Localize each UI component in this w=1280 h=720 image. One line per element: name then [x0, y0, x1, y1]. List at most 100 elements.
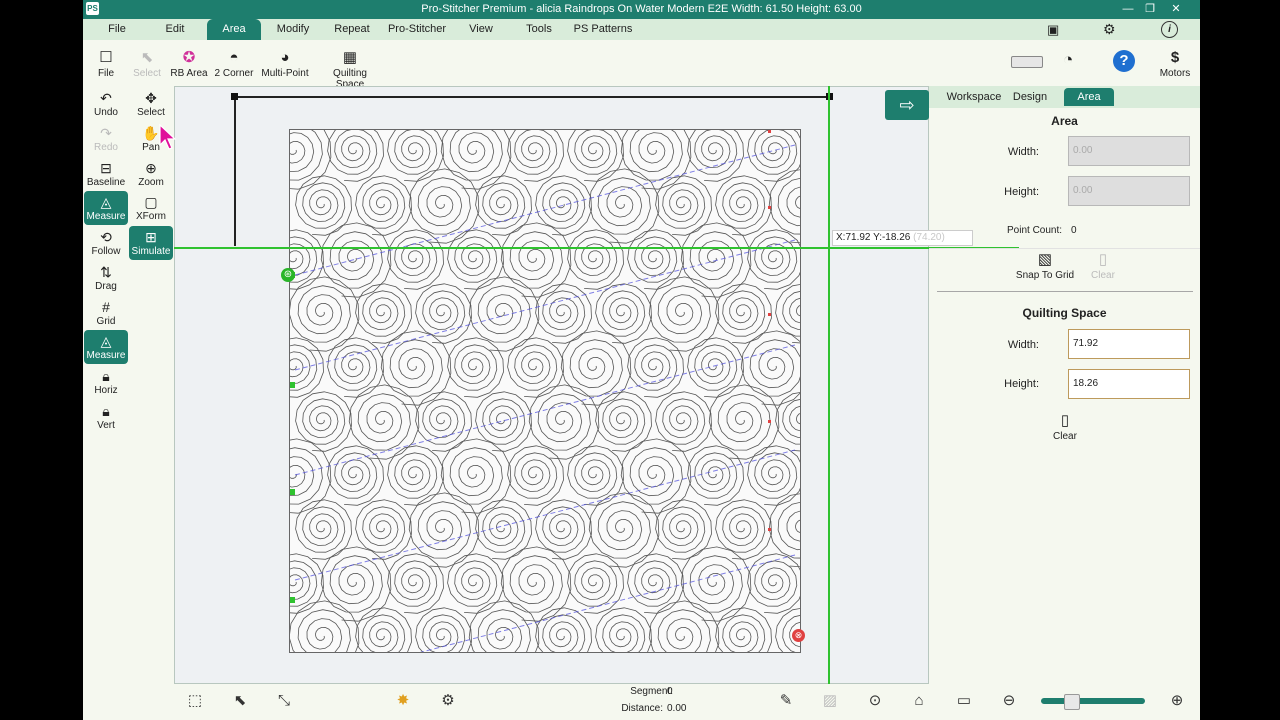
help-icon[interactable]: ? — [1113, 50, 1135, 72]
menu-repeat[interactable]: Repeat — [325, 19, 379, 40]
file-icon: ☐ — [99, 49, 113, 66]
close-button[interactable]: ✕ — [1167, 2, 1185, 16]
menu-edit[interactable]: Edit — [151, 19, 199, 40]
arrow-right-button[interactable]: ⇨ — [885, 90, 929, 120]
undo-tool[interactable]: ↶ Undo — [84, 87, 128, 121]
segment-value: 0 — [667, 686, 673, 697]
lock-icon: 🔒︎ — [102, 403, 110, 419]
minimize-button[interactable]: — — [1119, 2, 1137, 16]
draw-icon[interactable]: ✎ — [775, 690, 797, 712]
image-icon[interactable]: ▨ — [819, 690, 841, 712]
qs-clear-button[interactable]: ▯ Clear — [1045, 411, 1085, 442]
app-window: PS Pro-Stitcher Premium - alicia Raindro… — [83, 0, 1200, 720]
start-point-marker[interactable]: ⊛ — [281, 268, 295, 282]
horiz-lock-tool[interactable]: 🔒︎ Horiz — [84, 365, 128, 399]
area-height-field[interactable]: 0.00 — [1068, 176, 1190, 206]
point-count-value: 0 — [1071, 225, 1077, 236]
qs-width-label: Width: — [1007, 339, 1039, 351]
qs-width-field[interactable]: 71.92 — [1068, 329, 1190, 359]
snap-grid-icon: ▧ — [1037, 251, 1053, 268]
window-title: Pro-Stitcher Premium - alicia Raindrops … — [421, 3, 862, 15]
zoom-slider-track — [1041, 698, 1145, 704]
clear-icon: ▯ — [1098, 251, 1108, 268]
qs-height-label: Height: — [1004, 378, 1039, 390]
wifi-icon[interactable]: ◔ — [1063, 50, 1073, 70]
ribbon-2-corner-button[interactable]: ◓ 2 Corner — [213, 48, 255, 79]
multi-point-icon: ◕ — [280, 49, 290, 66]
measure-tool[interactable]: ◬ Measure — [84, 191, 128, 225]
select-box-icon[interactable]: ⬚ — [184, 690, 206, 712]
vert-lock-tool[interactable]: 🔒︎ Vert — [84, 400, 128, 434]
stitch-icon[interactable]: ✸ — [392, 690, 414, 712]
zoom-slider-thumb[interactable] — [1063, 694, 1080, 710]
quilt-pattern-area[interactable] — [260, 114, 840, 686]
maximize-button[interactable]: ❐ — [1141, 2, 1159, 16]
ribbon-select-button[interactable]: ⬉ Select — [131, 48, 163, 79]
baseline-tool[interactable]: ⊟ Baseline — [84, 157, 128, 191]
info-icon[interactable]: i — [1161, 21, 1178, 38]
node-select-icon[interactable]: ⬉ — [229, 690, 251, 712]
grid-tool[interactable]: # Grid — [84, 296, 128, 330]
home-icon[interactable]: ⌂ — [908, 690, 930, 712]
tab-design[interactable]: Design — [1009, 88, 1051, 106]
segment-label: Segment: — [630, 686, 673, 697]
drag-icon: ⇅ — [100, 264, 112, 280]
divider — [937, 291, 1193, 292]
select-tool[interactable]: ✥ Select — [129, 87, 173, 121]
briefcase-icon[interactable]: ▣ — [1047, 22, 1059, 38]
simulate-tool[interactable]: ⊞ Simulate — [129, 226, 173, 260]
vertical-guide-line — [828, 86, 830, 684]
ribbon-multi-point-button[interactable]: ◕ Multi-Point — [259, 48, 311, 79]
menu-file[interactable]: File — [93, 19, 141, 40]
measure-icon: ◬ — [100, 333, 112, 349]
title-bar: PS Pro-Stitcher Premium - alicia Raindro… — [83, 0, 1200, 19]
menu-tools[interactable]: Tools — [513, 19, 565, 40]
zoom-tool[interactable]: ⊕ Zoom — [129, 157, 173, 191]
ribbon-toolbar: ☐ File ⬉ Select ✪ RB Area ◓ 2 Corner ◕ M… — [83, 40, 1200, 90]
zoom-in-icon[interactable]: ⊕ — [1166, 690, 1188, 712]
menu-modify[interactable]: Modify — [267, 19, 319, 40]
zoom-icon: ⊕ — [145, 160, 157, 176]
qs-height-field[interactable]: 18.26 — [1068, 369, 1190, 399]
zoom-slider[interactable] — [1041, 694, 1145, 710]
undo-icon: ↶ — [100, 90, 112, 106]
area-width-label: Width: — [1007, 146, 1039, 158]
ribbon-file-button[interactable]: ☐ File — [91, 48, 121, 79]
node-move-icon[interactable]: ⤡ — [273, 690, 295, 712]
zoom-window-icon[interactable]: ▭ — [953, 690, 975, 712]
measure-tool-2[interactable]: ◬ Measure — [84, 330, 128, 364]
menu-bar: File Edit Area Modify Repeat Pro-Stitche… — [83, 19, 1200, 40]
area-width-field[interactable]: 0.00 — [1068, 136, 1190, 166]
clear-icon: ▯ — [1060, 412, 1070, 429]
motors-button[interactable]: $ Motors — [1157, 48, 1193, 79]
tab-area[interactable]: Area — [1064, 88, 1114, 106]
simulate-icon: ⊞ — [145, 229, 157, 245]
quilting-space-title: Quilting Space — [1022, 306, 1107, 320]
area-clear-button[interactable]: ▯ Clear — [1085, 250, 1121, 281]
redo-icon: ↷ — [100, 125, 112, 141]
distance-label: Distance: — [621, 703, 663, 714]
horizontal-guide-line — [174, 247, 1019, 249]
end-point-marker[interactable]: ⊗ — [792, 629, 805, 642]
ribbon-rb-area-button[interactable]: ✪ RB Area — [169, 48, 209, 79]
drag-tool[interactable]: ⇅ Drag — [84, 261, 128, 295]
baseline-icon: ⊟ — [100, 160, 112, 176]
zoom-fit-icon[interactable]: ⊙ — [864, 690, 886, 712]
zoom-out-icon[interactable]: ⊖ — [998, 690, 1020, 712]
motors-icon: $ — [1170, 49, 1180, 66]
follow-tool[interactable]: ⟲ Follow — [84, 226, 128, 260]
mouse-cursor — [159, 124, 177, 150]
corner-marker[interactable] — [231, 93, 238, 100]
tab-workspace[interactable]: Workspace — [939, 88, 1009, 106]
keyboard-icon[interactable] — [1011, 56, 1043, 68]
snap-to-grid-button[interactable]: ▧ Snap To Grid — [1009, 250, 1081, 281]
menu-ps-patterns[interactable]: PS Patterns — [571, 19, 635, 40]
ribbon-quilting-space-button[interactable]: ▦ Quilting Space — [319, 48, 381, 90]
gear-icon[interactable]: ⚙ — [1103, 21, 1116, 38]
redo-tool[interactable]: ↷ Redo — [84, 122, 128, 156]
menu-pro-stitcher[interactable]: Pro-Stitcher — [385, 19, 449, 40]
settings-cog-icon[interactable]: ⚙ — [437, 690, 459, 712]
menu-view[interactable]: View — [457, 19, 505, 40]
menu-area[interactable]: Area — [207, 19, 261, 40]
xform-tool[interactable]: ▢ XForm — [129, 191, 173, 225]
